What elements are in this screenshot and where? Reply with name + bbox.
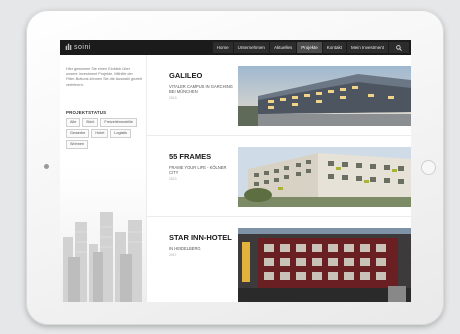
project-title: STAR INN-HOTEL [169,233,232,242]
project-date: 2013 [169,177,177,181]
project-image[interactable] [238,66,411,126]
project-subtitle: FRAME YOUR LIFE - KÖLNER CITY [169,165,227,175]
skyline-illustration [63,212,142,302]
logo-text: soini [74,44,91,51]
project-info: 55 FRAMES FRAME YOUR LIFE - KÖLNER CITY … [169,136,235,182]
nav-mein-investment[interactable]: Mein Investment [346,42,388,53]
sidebar-intro-text: Hier gewinnen Sie einen Einblick über un… [66,67,142,87]
nav-search-button[interactable] [389,42,409,53]
tablet-camera [44,164,49,169]
filter-buero[interactable]: Bürö [82,118,99,127]
project-subtitle: VITALER CAMPUS IN GARCHING BEI MÜNCHEN [169,84,233,94]
top-navigation: soini Home Unternehmen Aktuelles Projekt… [60,40,411,55]
search-icon [396,44,402,51]
project-subtitle: IN HEIDELBERG [169,246,201,251]
website-screen: soini Home Unternehmen Aktuelles Projekt… [60,40,411,302]
project-image[interactable] [238,228,411,302]
project-title: 55 FRAMES [169,152,212,161]
filter-buttons: Alle Bürö Freizeitimmobilie Gewerbe Hote… [66,118,146,149]
nav-aktuelles[interactable]: Aktuelles [269,42,297,53]
nav-menu: Home Unternehmen Aktuelles Projekte Kont… [212,42,409,53]
tablet-home-button[interactable] [421,160,436,175]
filter-wohnen[interactable]: Wohnen [66,140,89,149]
nav-home[interactable]: Home [212,42,233,53]
filter-alle[interactable]: Alle [66,118,81,127]
project-info: STAR INN-HOTEL IN HEIDELBERG 2017 [169,217,235,258]
nav-unternehmen[interactable]: Unternehmen [233,42,269,53]
project-card-55-frames[interactable]: 55 FRAMES FRAME YOUR LIFE - KÖLNER CITY … [147,136,411,217]
project-date: 2013 [169,96,177,100]
nav-projekte[interactable]: Projekte [297,42,322,53]
logo-icon [65,43,72,50]
sidebar: Hier gewinnen Sie einen Einblick über un… [60,55,147,302]
site-logo[interactable]: soini [65,42,91,53]
project-status-heading: PROJEKTSTATUS [66,110,107,115]
filter-freizeitimmobilie[interactable]: Freizeitimmobilie [100,118,137,127]
filter-logistik[interactable]: Logistik [110,129,132,138]
project-date: 2017 [169,253,177,257]
filter-gewerbe[interactable]: Gewerbe [66,129,90,138]
project-card-galileo[interactable]: GALILEO VITALER CAMPUS IN GARCHING BEI M… [147,55,411,136]
project-card-star-inn-hotel[interactable]: STAR INN-HOTEL IN HEIDELBERG 2017 [147,217,411,302]
project-title: GALILEO [169,71,203,80]
project-image[interactable] [238,147,411,207]
filter-hotel[interactable]: Hotel [91,129,109,138]
project-info: GALILEO VITALER CAMPUS IN GARCHING BEI M… [169,55,235,101]
nav-kontakt[interactable]: Kontakt [322,42,346,53]
